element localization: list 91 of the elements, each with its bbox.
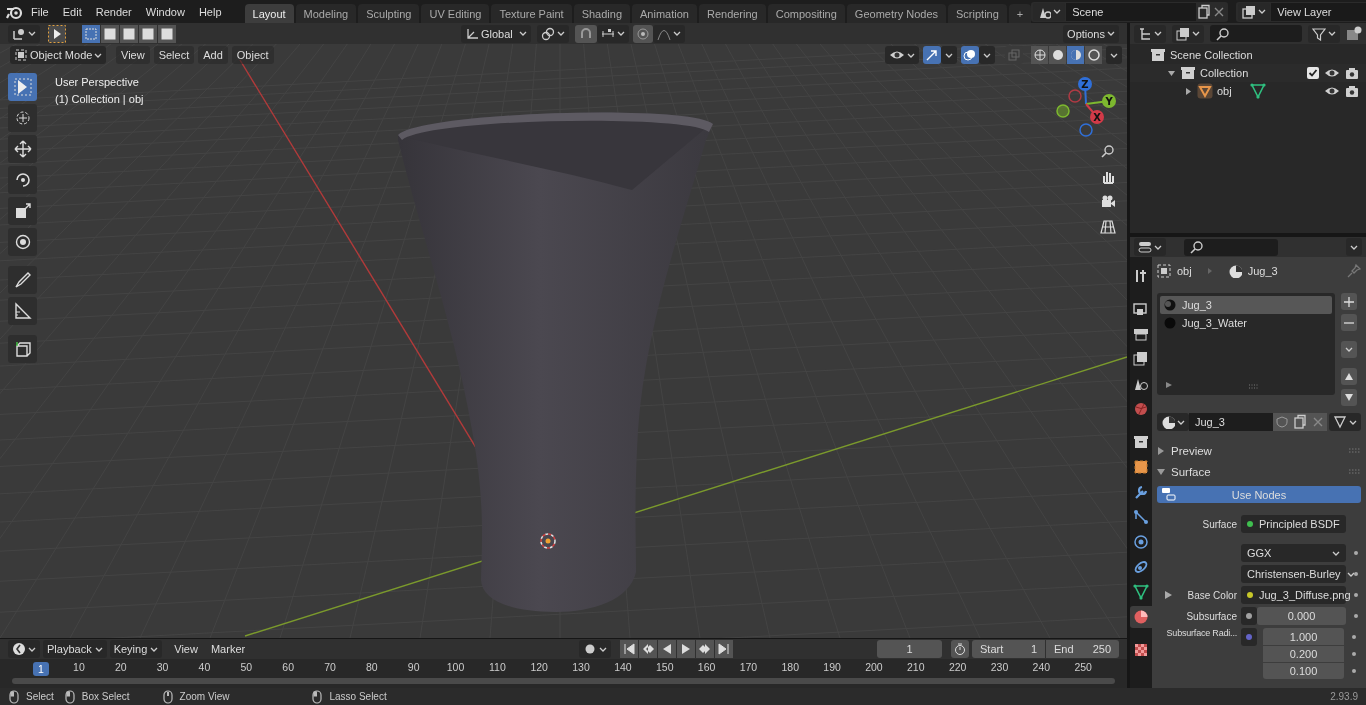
menu-item[interactable]: File: [24, 5, 56, 18]
outliner-row[interactable]: obj: [1130, 82, 1366, 100]
number-field[interactable]: 0.100: [1263, 662, 1344, 679]
frame-number: 110: [488, 661, 507, 673]
menu-item[interactable]: View: [116, 46, 150, 64]
frame-number: 150: [654, 661, 675, 673]
property-label: Subsurface: [1186, 610, 1237, 622]
use-nodes-button[interactable]: Use Nodes: [1157, 486, 1361, 503]
shortcut-hint: Lasso Select: [329, 691, 387, 702]
outliner-item-label[interactable]: Collection: [1200, 67, 1249, 79]
panel-header[interactable]: Surface: [1171, 465, 1211, 478]
menu-item[interactable]: View: [169, 640, 203, 658]
frame-number: 10: [72, 661, 86, 673]
frame-number: 50: [239, 661, 254, 673]
breadcrumb-item: obj: [1177, 265, 1192, 277]
axis-handle[interactable]: X: [1085, 103, 1104, 124]
frame-number: 220: [947, 661, 968, 673]
number-field[interactable]: 1.000: [1263, 628, 1344, 645]
dropdown[interactable]: GGX: [1241, 544, 1346, 562]
workspace-tab[interactable]: Shading: [573, 4, 631, 23]
property-label: Base Color: [1187, 589, 1237, 601]
menu-item[interactable]: Render: [88, 5, 139, 18]
workspace-tab[interactable]: Scripting: [948, 4, 1007, 23]
material-slot[interactable]: Jug_3_Water: [1160, 314, 1332, 332]
node-link-field[interactable]: Principled BSDF: [1241, 515, 1346, 533]
property-label: Subsurface Radi...: [1166, 628, 1237, 638]
menu-dropdown[interactable]: Keying: [109, 640, 163, 658]
workspace-tab[interactable]: Layout: [244, 4, 294, 23]
workspace-tab[interactable]: Sculpting: [358, 4, 420, 23]
number-field[interactable]: 0.200: [1263, 645, 1344, 662]
frame-number: 250: [1073, 661, 1093, 673]
menu-item[interactable]: Help: [191, 5, 229, 18]
frame-number: 30: [155, 661, 170, 673]
shortcut-hint: Box Select: [81, 691, 130, 702]
workspace-tab[interactable]: Animation: [632, 4, 697, 23]
version-label: 2.93.9: [1330, 691, 1358, 702]
workspace-tab[interactable]: Texture Paint: [491, 4, 572, 23]
start-frame-field[interactable]: Start 1: [972, 640, 1045, 658]
number-field[interactable]: 0.000: [1257, 607, 1346, 625]
add-workspace-button[interactable]: +: [1008, 4, 1032, 23]
material-slot[interactable]: Jug_3: [1160, 296, 1332, 314]
frame-number: 40: [197, 661, 212, 673]
frame-number: 190: [822, 661, 842, 673]
breadcrumb-item: Jug_3: [1247, 265, 1278, 277]
end-frame-field[interactable]: End 250: [1046, 640, 1119, 658]
workspace-tab[interactable]: Compositing: [767, 4, 845, 23]
collection-info: (1) Collection | obj: [55, 93, 144, 105]
frame-number: 120: [529, 661, 549, 673]
frame-number: 70: [323, 661, 337, 673]
menu-item[interactable]: Edit: [55, 5, 89, 18]
frame-number: 130: [571, 661, 591, 673]
menu-item[interactable]: Marker: [205, 640, 251, 658]
scene-name-field[interactable]: Scene: [1066, 2, 1197, 21]
frame-number: 210: [906, 661, 926, 673]
frame-number: 100: [445, 661, 466, 673]
workspace-tab[interactable]: UV Editing: [421, 4, 490, 23]
outliner-item-label[interactable]: obj: [1217, 85, 1232, 97]
options-dropdown[interactable]: Options: [1063, 24, 1119, 43]
frame-number: 80: [365, 661, 379, 673]
menu-dropdown[interactable]: Playback: [43, 640, 107, 658]
workspace-tab[interactable]: Geometry Nodes: [846, 4, 946, 23]
frame-number: 180: [780, 661, 801, 673]
view-name: User Perspective: [55, 76, 139, 88]
frame-number: 140: [613, 661, 633, 673]
current-frame-field[interactable]: 1: [877, 640, 942, 658]
shortcut-hint: Select: [26, 691, 54, 702]
transform-orientation-dropdown[interactable]: Global: [461, 24, 531, 43]
workspace-tab[interactable]: Modeling: [295, 4, 357, 23]
axis-handle[interactable]: Y: [1085, 94, 1116, 108]
frame-number: 240: [1031, 661, 1052, 673]
workspace-tab[interactable]: Rendering: [698, 4, 766, 23]
frame-number: 90: [406, 661, 421, 673]
frame-number: 160: [696, 661, 717, 673]
frame-number: 170: [738, 661, 759, 673]
frame-number: 230: [989, 661, 1010, 673]
frame-number: 20: [113, 661, 128, 673]
outliner-item-label[interactable]: Scene Collection: [1170, 49, 1253, 61]
frame-number: 60: [281, 661, 295, 673]
view-layer-name-field[interactable]: View Layer: [1271, 2, 1366, 21]
material-name-field[interactable]: Jug_3: [1189, 413, 1273, 431]
frame-number: 200: [864, 661, 884, 673]
outliner-row[interactable]: Scene Collection: [1130, 46, 1366, 64]
mode-dropdown[interactable]: Object Mode: [10, 46, 106, 64]
menu-item[interactable]: Window: [138, 5, 192, 18]
property-label: Surface: [1202, 518, 1237, 530]
shortcut-hint: Zoom View: [179, 691, 230, 702]
menu-item[interactable]: Object: [231, 46, 274, 64]
menu-item[interactable]: Select: [153, 46, 195, 64]
panel-header[interactable]: Preview: [1171, 444, 1212, 457]
menu-item[interactable]: Add: [198, 46, 228, 64]
playhead[interactable]: 1: [33, 662, 49, 676]
